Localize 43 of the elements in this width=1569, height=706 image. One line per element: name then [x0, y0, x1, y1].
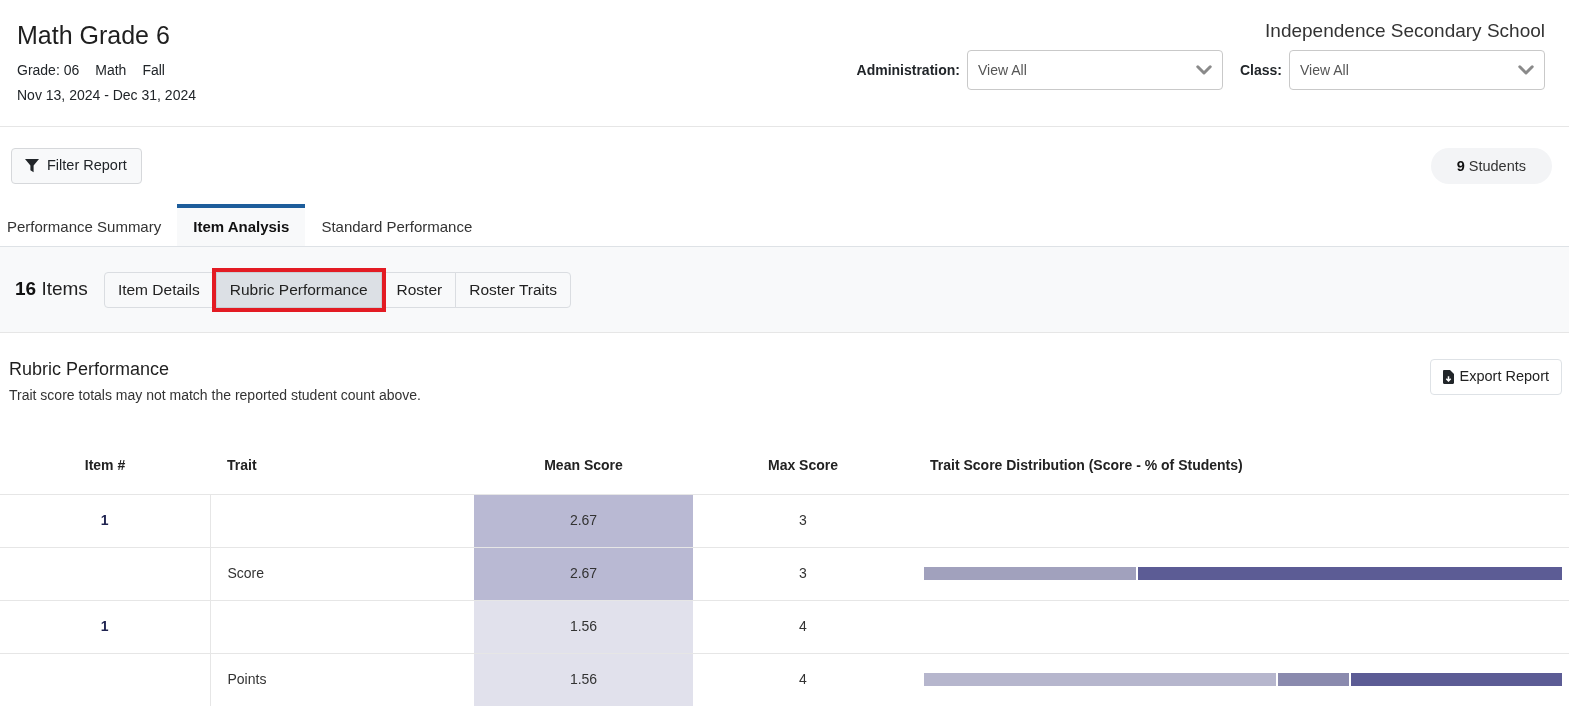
mean-score-cell: 1.56 — [474, 653, 693, 706]
filter-select[interactable]: View All — [1289, 50, 1545, 90]
column-header: Trait — [210, 438, 474, 494]
school-name: Independence Secondary School — [1265, 20, 1545, 42]
report-tab[interactable]: Standard Performance — [305, 204, 489, 246]
report-meta-text: Math — [95, 62, 127, 78]
date-range-text: Nov 13, 2024 - Dec 31, 2024 — [17, 87, 196, 103]
mean-score-cell: 2.67 — [474, 494, 693, 547]
filter-icon — [25, 159, 39, 173]
column-header: Item # — [0, 438, 210, 494]
trait-name: Score — [227, 565, 265, 581]
student-count: 9 Students — [1430, 148, 1552, 184]
report-meta-text: Fall — [142, 62, 165, 78]
report-tab[interactable]: Item Analysis — [177, 204, 306, 246]
filter-label: Class: — [1239, 60, 1282, 80]
mean-score-cell: 1.56 — [474, 600, 693, 653]
mean-score-cell: 2.67 — [474, 547, 693, 600]
view-toggle[interactable]: Rubric Performance — [215, 271, 382, 308]
max-score: 3 — [799, 512, 807, 528]
section-note: Trait score totals may not match the reported student count above. — [9, 387, 421, 403]
view-toggle[interactable]: Item Details — [103, 271, 214, 308]
filter-label: Administration: — [856, 60, 960, 80]
filter-select[interactable]: View All — [966, 50, 1223, 90]
max-score: 4 — [799, 671, 807, 688]
column-header: Trait Score Distribution (Score - % of Students) — [913, 438, 1569, 494]
max-score: 3 — [799, 565, 807, 581]
filter-report-button[interactable]: Filter Report — [11, 148, 142, 184]
report-meta-text: Grade: 06 — [17, 62, 80, 78]
column-header: Mean Score — [474, 438, 693, 494]
item-number: 1 — [100, 512, 109, 528]
item-number: 1 — [100, 618, 109, 634]
max-score: 4 — [799, 618, 807, 634]
item-count: 16 Items — [15, 277, 88, 302]
chevron-down-icon — [1195, 65, 1212, 75]
trait-name: Points — [227, 671, 267, 688]
export-report-button[interactable]: Export Report — [1429, 359, 1562, 395]
report-title: Math Grade 6 — [17, 20, 171, 50]
view-toggle[interactable]: Roster Traits — [455, 271, 572, 308]
section-title: Rubric Performance — [9, 358, 171, 380]
column-header: Max Score — [693, 438, 913, 494]
report-tab[interactable]: Performance Summary — [0, 204, 178, 246]
file-download-icon — [1442, 370, 1454, 384]
chevron-down-icon — [1518, 65, 1534, 75]
